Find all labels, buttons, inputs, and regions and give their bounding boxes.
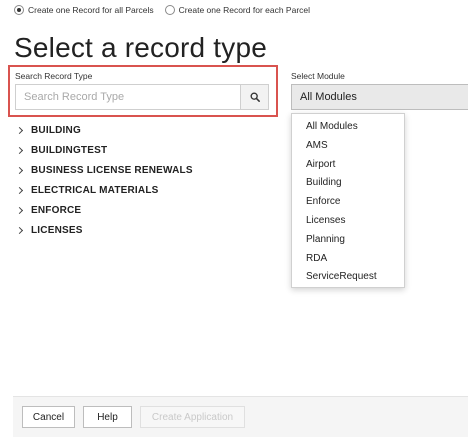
radio-option-each-parcel[interactable]: Create one Record for each Parcel xyxy=(164,5,311,15)
module-dropdown: All Modules AMS Airport Building Enforce… xyxy=(291,113,405,288)
chevron-right-icon[interactable] xyxy=(15,206,24,214)
module-option[interactable]: Enforce xyxy=(292,193,404,212)
module-label: Select Module xyxy=(291,71,345,81)
record-type-item[interactable]: BUILDINGTEST xyxy=(15,140,193,160)
module-option[interactable]: All Modules xyxy=(292,118,404,137)
page-title: Select a record type xyxy=(14,32,268,63)
module-option[interactable]: Licenses xyxy=(292,212,404,231)
record-type-item[interactable]: BUSINESS LICENSE RENEWALS xyxy=(15,160,193,180)
record-type-label: ENFORCE xyxy=(31,204,82,216)
module-option[interactable]: Airport xyxy=(292,156,404,175)
chevron-right-icon[interactable] xyxy=(15,186,24,194)
radio-each-parcel[interactable] xyxy=(164,5,175,15)
record-type-page: Create one Record for all Parcels Create… xyxy=(0,0,468,437)
module-option[interactable]: ServiceRequest xyxy=(292,268,404,287)
module-option[interactable]: Planning xyxy=(292,231,404,250)
module-select-value: All Modules xyxy=(300,91,357,103)
search-label: Search Record Type xyxy=(15,71,93,81)
cancel-button[interactable]: Cancel xyxy=(22,406,75,428)
chevron-right-icon[interactable] xyxy=(15,166,24,174)
radio-all-parcels-label: Create one Record for all Parcels xyxy=(28,5,154,15)
record-type-label: BUILDINGTEST xyxy=(31,144,108,156)
search-group xyxy=(15,84,269,110)
module-select[interactable]: All Modules xyxy=(291,84,468,110)
record-type-label: LICENSES xyxy=(31,224,83,236)
chevron-right-icon[interactable] xyxy=(15,226,24,234)
search-icon xyxy=(250,92,260,102)
chevron-right-icon[interactable] xyxy=(15,146,24,154)
radio-all-parcels[interactable] xyxy=(14,5,24,15)
parcel-option-group: Create one Record for all Parcels Create… xyxy=(14,5,321,15)
record-type-item[interactable]: ENFORCE xyxy=(15,200,193,220)
search-button[interactable] xyxy=(240,84,269,110)
chevron-right-icon[interactable] xyxy=(15,126,24,134)
search-input[interactable] xyxy=(15,84,240,110)
record-type-label: BUSINESS LICENSE RENEWALS xyxy=(31,164,193,176)
module-option[interactable]: RDA xyxy=(292,250,404,269)
record-type-item[interactable]: ELECTRICAL MATERIALS xyxy=(15,180,193,200)
record-type-item[interactable]: LICENSES xyxy=(15,220,193,240)
record-type-item[interactable]: BUILDING xyxy=(15,120,193,140)
record-type-tree: BUILDING BUILDINGTEST BUSINESS LICENSE R… xyxy=(15,120,193,240)
help-button[interactable]: Help xyxy=(83,406,132,428)
radio-option-all-parcels[interactable]: Create one Record for all Parcels xyxy=(14,5,154,15)
record-type-label: BUILDING xyxy=(31,124,81,136)
radio-each-parcel-label: Create one Record for each Parcel xyxy=(178,5,311,15)
create-application-button[interactable]: Create Application xyxy=(140,406,245,428)
record-type-label: ELECTRICAL MATERIALS xyxy=(31,184,159,196)
module-option[interactable]: AMS xyxy=(292,137,404,156)
module-option[interactable]: Building xyxy=(292,174,404,193)
